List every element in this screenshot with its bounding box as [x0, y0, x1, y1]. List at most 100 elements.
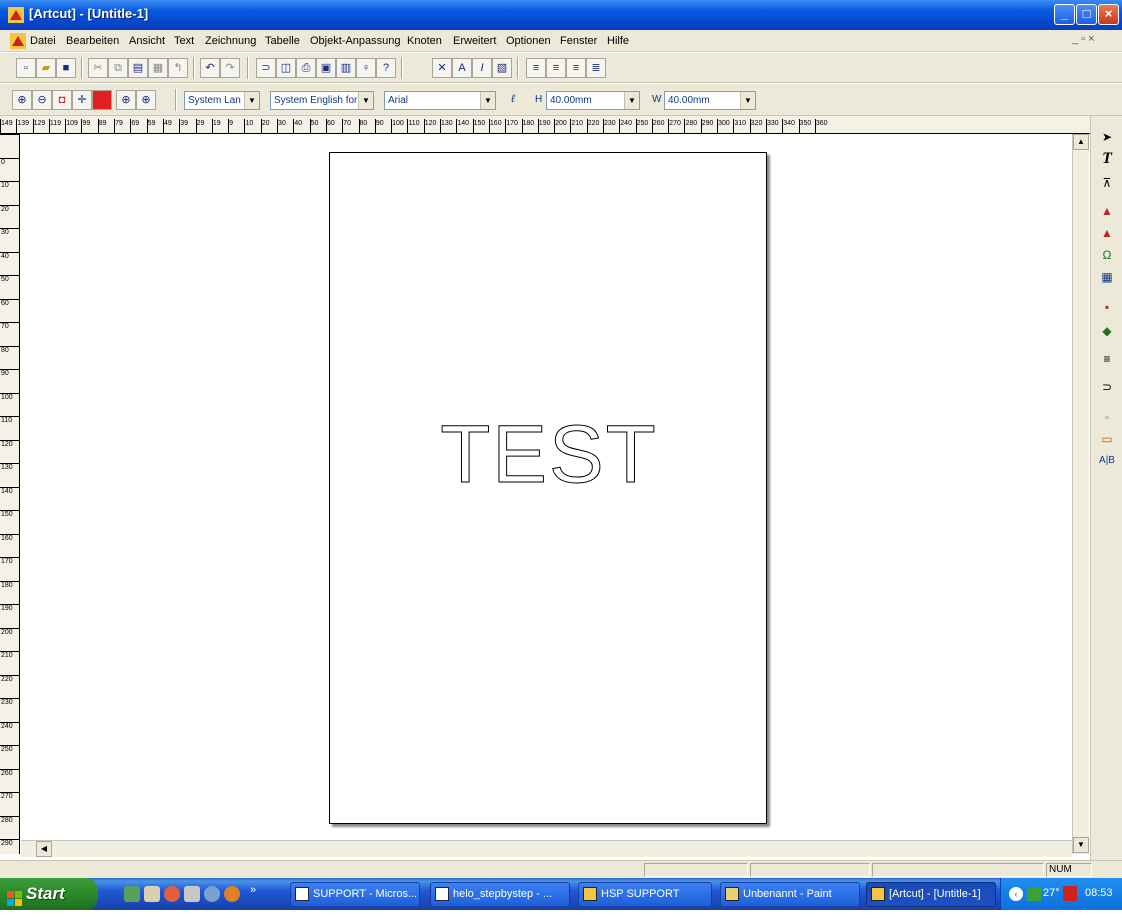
- transform-tool-icon[interactable]: Ω: [1096, 244, 1118, 266]
- shape-tool-icon[interactable]: ⊼: [1096, 172, 1118, 194]
- scroll-left-icon[interactable]: ◀: [36, 841, 52, 857]
- light-bulb-icon[interactable]: ♀: [356, 58, 376, 78]
- menu-tabelle[interactable]: Tabelle: [265, 35, 300, 47]
- task-artcut[interactable]: [Artcut] - [Untitle-1]: [866, 882, 996, 907]
- open-folder-icon[interactable]: ▰: [36, 58, 56, 78]
- pick-tool-icon[interactable]: ➤: [1096, 126, 1118, 148]
- zoom-in-icon[interactable]: ⊕: [12, 90, 32, 110]
- quicklaunch-icon-5[interactable]: [204, 886, 220, 902]
- start-button[interactable]: Start: [0, 878, 98, 910]
- align-center-icon[interactable]: ≡: [546, 58, 566, 78]
- effects-tool-icon[interactable]: ◆: [1096, 320, 1118, 342]
- scroll-down-icon[interactable]: ▼: [1073, 837, 1089, 853]
- cut-icon[interactable]: ✂: [88, 58, 108, 78]
- fill-tool-icon[interactable]: ▲: [1096, 200, 1118, 222]
- height-input[interactable]: 40.00mm ▼: [546, 91, 640, 110]
- new-file-icon[interactable]: ▫: [16, 58, 36, 78]
- tray-expand-icon[interactable]: ‹: [1009, 887, 1023, 901]
- text-size-icon[interactable]: A|B: [1096, 450, 1118, 472]
- task-support-word[interactable]: SUPPORT - Micros...: [290, 882, 420, 907]
- disabled-tool-icon[interactable]: ▫: [1096, 406, 1118, 428]
- zoom-out-icon[interactable]: ⊖: [32, 90, 52, 110]
- menu-datei[interactable]: Datei: [30, 35, 56, 47]
- print-icon[interactable]: ⎙: [296, 58, 316, 78]
- menu-fenster[interactable]: Fenster: [560, 35, 597, 47]
- mdi-window-controls[interactable]: _ ▫ ×: [1072, 33, 1095, 45]
- align-left-icon[interactable]: ≡: [526, 58, 546, 78]
- ruler-tick: 9: [228, 119, 244, 133]
- vectorize-icon[interactable]: ◫: [276, 58, 296, 78]
- menu-erweitert[interactable]: Erweitert: [453, 35, 496, 47]
- redo-icon[interactable]: ↷: [220, 58, 240, 78]
- color-palette-icon[interactable]: ▪: [1096, 296, 1118, 318]
- help-icon[interactable]: ?: [376, 58, 396, 78]
- menu-zeichnung[interactable]: Zeichnung: [205, 35, 256, 47]
- undo-icon[interactable]: ↶: [200, 58, 220, 78]
- encoding-select[interactable]: System English for ▼: [270, 91, 374, 110]
- ruler-tick: 80: [0, 345, 19, 370]
- quicklaunch-icon-2[interactable]: [144, 886, 160, 902]
- text-tool-icon[interactable]: T: [1096, 148, 1118, 170]
- paragraph-tool-icon[interactable]: ≡: [1096, 348, 1118, 370]
- horizontal-scrollbar[interactable]: ◀: [21, 840, 1072, 857]
- antivirus-icon[interactable]: [1063, 886, 1077, 901]
- export-tool-icon[interactable]: ▭: [1096, 428, 1118, 450]
- menu-hilfe[interactable]: Hilfe: [607, 35, 629, 47]
- ruler-tick: 120: [423, 119, 440, 133]
- plot-icon[interactable]: ▥: [336, 58, 356, 78]
- fit-text-icon[interactable]: ⊃: [1096, 376, 1118, 398]
- menu-objekt-anpassung[interactable]: Objekt-Anpassung: [310, 35, 401, 47]
- zoom-object-icon[interactable]: ◘: [52, 90, 72, 110]
- task-helo-stepbystep[interactable]: helo_stepbystep - ...: [430, 882, 570, 907]
- menu-optionen[interactable]: Optionen: [506, 35, 551, 47]
- close-button[interactable]: ×: [1098, 4, 1119, 25]
- ruler-tick: 50: [309, 119, 326, 133]
- scroll-up-icon[interactable]: ▲: [1073, 134, 1089, 150]
- ruler-tick: 40: [293, 119, 309, 133]
- pan-icon[interactable]: ✛: [72, 90, 92, 110]
- edit-text-icon[interactable]: ▧: [492, 58, 512, 78]
- menu-bearbeiten[interactable]: Bearbeiten: [66, 35, 119, 47]
- language-select[interactable]: System Lan ▼: [184, 91, 260, 110]
- align-right-icon[interactable]: ≡: [566, 58, 586, 78]
- minimize-button[interactable]: _: [1054, 4, 1075, 25]
- zoom-page-icon[interactable]: ⊕: [116, 90, 136, 110]
- paste-special-icon[interactable]: ▦: [148, 58, 168, 78]
- outline-tool-icon[interactable]: ▲: [1096, 222, 1118, 244]
- node-edit-icon[interactable]: ✕: [432, 58, 452, 78]
- height-label: H: [535, 94, 543, 105]
- format-copy-icon[interactable]: ↰: [168, 58, 188, 78]
- menu-ansicht[interactable]: Ansicht: [129, 35, 165, 47]
- import-icon[interactable]: ⊃: [256, 58, 276, 78]
- table-tool-icon[interactable]: ▦: [1096, 266, 1118, 288]
- quicklaunch-icon-4[interactable]: [184, 886, 200, 902]
- quicklaunch-more-icon[interactable]: »: [250, 884, 256, 896]
- quicklaunch-icon-1[interactable]: [124, 886, 140, 902]
- quicklaunch-icon-3[interactable]: [164, 886, 180, 902]
- color-icon[interactable]: [92, 90, 112, 110]
- menu-knoten[interactable]: Knoten: [407, 35, 442, 47]
- text-frame-icon[interactable]: A: [452, 58, 472, 78]
- font-style-icon[interactable]: ℓ: [503, 90, 523, 110]
- document-icon[interactable]: [10, 33, 26, 52]
- copy-icon[interactable]: ⧉: [108, 58, 128, 78]
- print-preview-icon[interactable]: ▣: [316, 58, 336, 78]
- document-page[interactable]: TEST: [329, 152, 767, 824]
- quicklaunch-icon-6[interactable]: [224, 886, 240, 902]
- ruler-tick: 150: [0, 510, 19, 534]
- menu-text[interactable]: Text: [174, 35, 194, 47]
- zoom-all-icon[interactable]: ⊕: [136, 90, 156, 110]
- width-input[interactable]: 40.00mm ▼: [664, 91, 756, 110]
- text-object[interactable]: TEST: [330, 408, 768, 502]
- font-select[interactable]: Arial ▼: [384, 91, 496, 110]
- save-icon[interactable]: ■: [56, 58, 76, 78]
- network-icon[interactable]: [1027, 887, 1041, 901]
- justify-icon[interactable]: ≣: [586, 58, 606, 78]
- app-icon[interactable]: [8, 7, 24, 23]
- task-hsp-support[interactable]: HSP SUPPORT: [578, 882, 712, 907]
- task-paint[interactable]: Unbenannt - Paint: [720, 882, 860, 907]
- paste-icon[interactable]: ▤: [128, 58, 148, 78]
- maximize-button[interactable]: □: [1076, 4, 1097, 25]
- vertical-scrollbar[interactable]: ▲ ▼: [1072, 134, 1089, 854]
- italic-icon[interactable]: I: [472, 58, 492, 78]
